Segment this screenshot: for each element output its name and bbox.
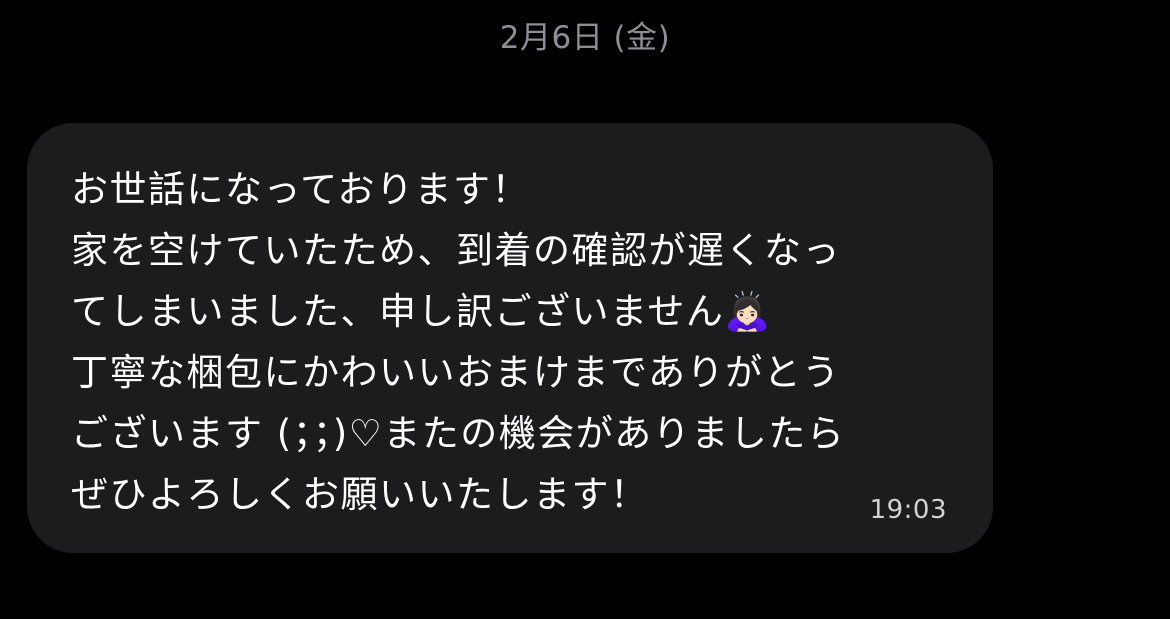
message-text: お世話になっております！ 家を空けていたため、到着の確認が遅くなっ てしまいまし… [71,168,846,516]
message-timestamp: 19:03 [869,495,947,525]
message-bubble[interactable]: お世話になっております！ 家を空けていたため、到着の確認が遅くなっ てしまいまし… [27,123,993,553]
date-header: 2月6日 (金) [499,20,671,56]
